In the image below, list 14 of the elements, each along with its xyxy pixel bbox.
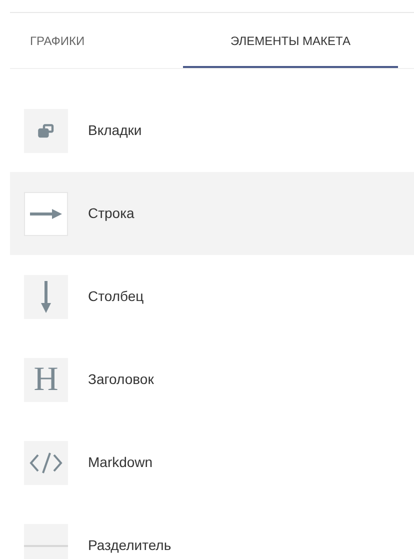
item-label: Заголовок [88,370,154,389]
item-label: Markdown [88,453,153,472]
arrow-right-icon [30,208,62,218]
item-label: Вкладки [88,121,142,140]
layout-element-item[interactable]: Строка [10,172,414,255]
item-label: Столбец [88,287,144,306]
overlapping-squares-icon [38,124,54,138]
tab[interactable]: ЭЛЕМЕНТЫ МАКЕТА [183,13,398,68]
tab[interactable]: ГРАФИКИ [10,13,183,68]
item-label: Разделитель [88,536,172,555]
code-icon [29,452,63,474]
arrow-down-icon [41,280,51,312]
heading-icon: H [34,362,58,396]
item-label: Строка [88,204,134,223]
